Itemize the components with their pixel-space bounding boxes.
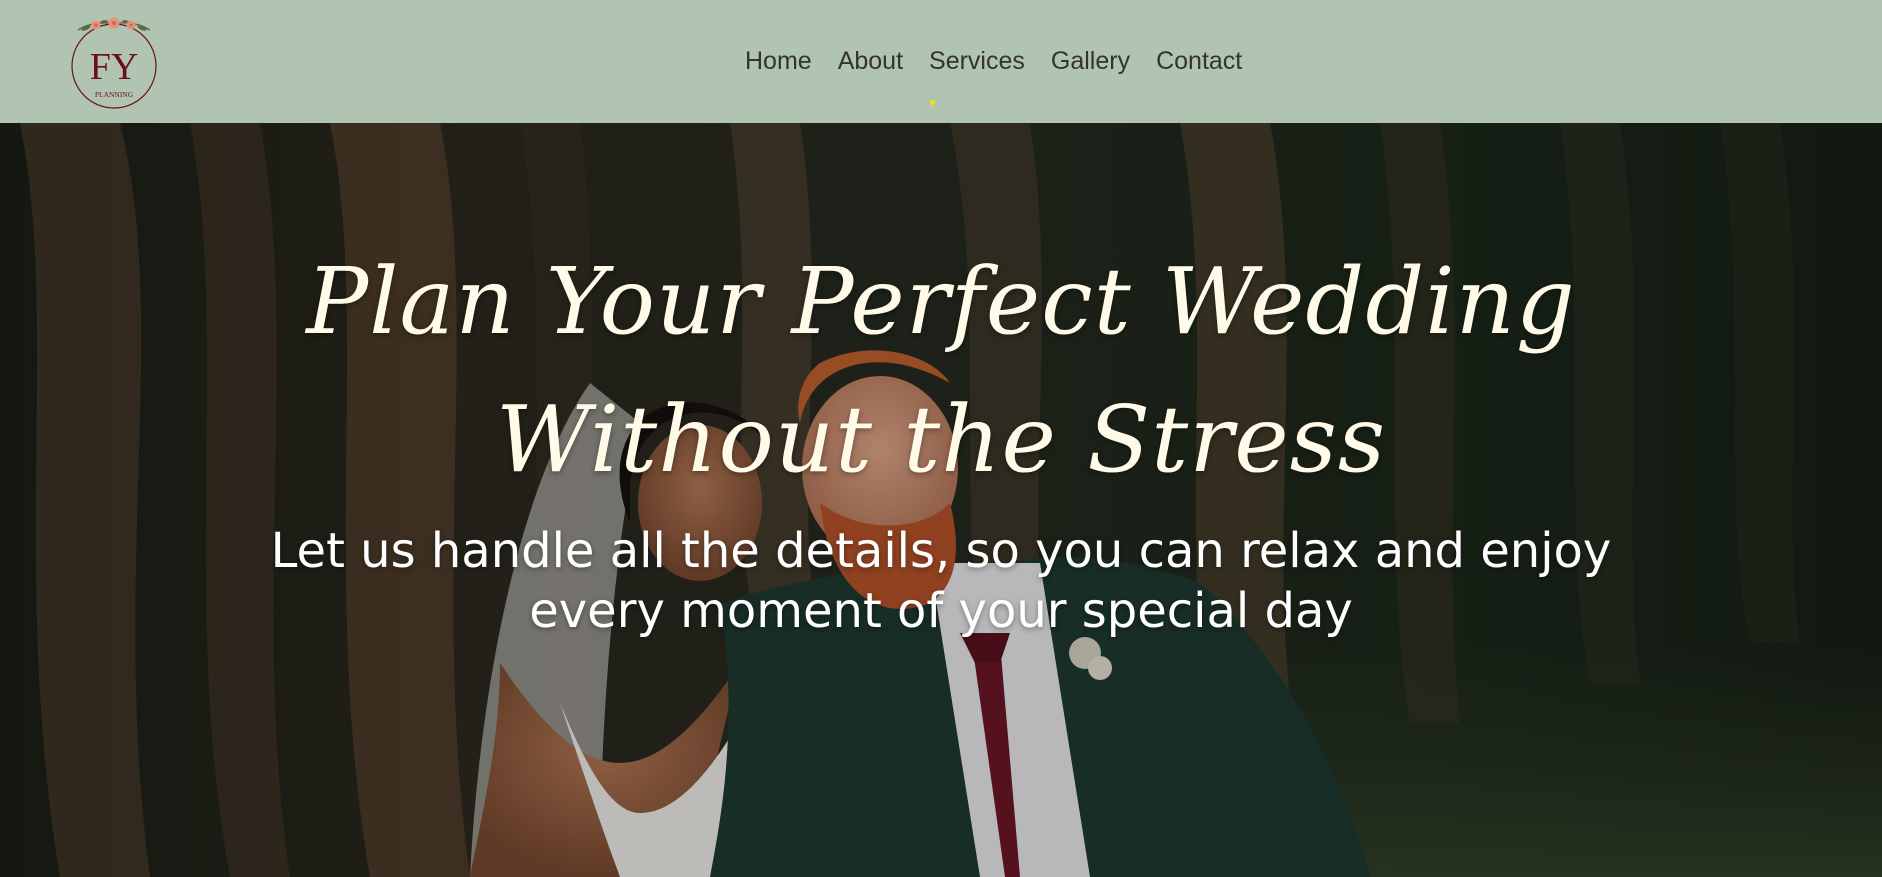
hero-subtitle: Let us handle all the details, so you ca…: [0, 521, 1882, 641]
hero-subtitle-line-1: Let us handle all the details, so you ca…: [270, 523, 1612, 579]
nav-link-home[interactable]: Home: [745, 44, 812, 78]
nav-link-services[interactable]: Services: [929, 44, 1025, 78]
hero-title: Plan Your Perfect Wedding Without the St…: [0, 233, 1882, 509]
logo-monogram: FY: [90, 46, 139, 88]
hero-section: Plan Your Perfect Wedding Without the St…: [0, 123, 1882, 877]
nav-link-contact[interactable]: Contact: [1156, 44, 1242, 78]
logo-flowers-icon: [77, 17, 151, 31]
active-nav-indicator: [930, 100, 935, 105]
logo[interactable]: FY PLANNING: [64, 12, 164, 112]
main-nav: Home About Services Gallery Contact: [745, 44, 1242, 78]
hero-subtitle-line-2: every moment of your special day: [529, 583, 1353, 639]
hero-title-line-2: Without the Stress: [495, 386, 1387, 493]
nav-link-about[interactable]: About: [838, 44, 903, 78]
logo-caption: PLANNING: [95, 90, 134, 99]
nav-link-gallery[interactable]: Gallery: [1051, 44, 1130, 78]
page: FY PLANNING Home About Services Gallery …: [0, 0, 1882, 877]
hero-title-line-1: Plan Your Perfect Wedding: [306, 248, 1576, 355]
site-header: FY PLANNING Home About Services Gallery …: [0, 0, 1882, 123]
